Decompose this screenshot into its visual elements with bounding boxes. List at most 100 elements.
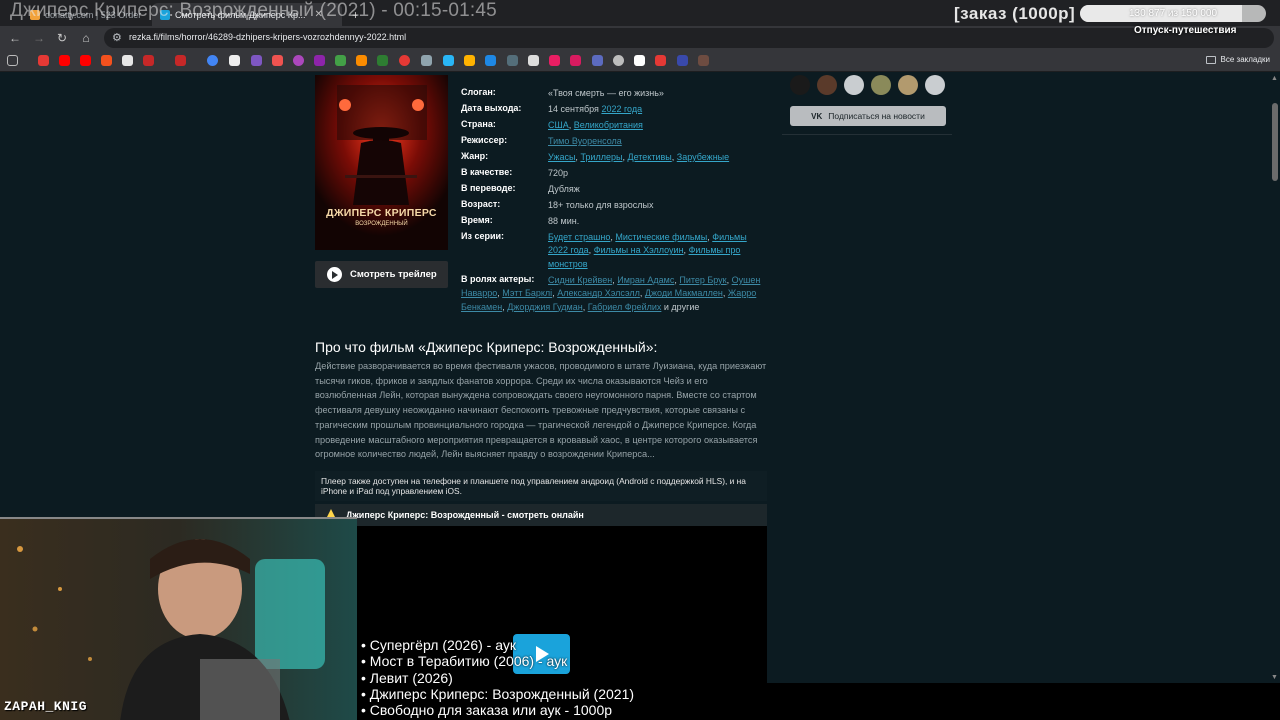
bookmark-icon[interactable] bbox=[592, 55, 603, 66]
bookmark-youtube-icon[interactable] bbox=[59, 55, 70, 66]
bookmark-icon[interactable] bbox=[399, 55, 410, 66]
bookmark-icon[interactable] bbox=[38, 55, 49, 66]
back-icon[interactable]: ← bbox=[7, 30, 23, 46]
slogan-value: «Твоя смерть — его жизнь» bbox=[548, 88, 664, 98]
bookmark-twitch-icon[interactable] bbox=[251, 55, 262, 66]
bookmark-vk-icon[interactable] bbox=[485, 55, 496, 66]
director-link[interactable]: Тимо Вуоренсола bbox=[548, 136, 622, 146]
movie-poster[interactable]: ДЖИПЕРС КРИПЕРС ВОЗРОЖДЕННЫЙ bbox=[315, 75, 448, 250]
series-link[interactable]: Мистические фильмы bbox=[615, 232, 707, 242]
director-value: Тимо Вуоренсола bbox=[548, 135, 763, 148]
actor-link[interactable]: Сидни Крейвен bbox=[548, 275, 612, 285]
avatar[interactable] bbox=[817, 75, 837, 95]
quality-value: 720p bbox=[548, 168, 569, 178]
actor-link[interactable]: Имран Адамс bbox=[617, 275, 674, 285]
bookmark-icon[interactable] bbox=[570, 55, 581, 66]
avatar[interactable] bbox=[844, 75, 864, 95]
release-value: 14 сентября 2022 года bbox=[548, 103, 763, 116]
description-text: Действие разворачивается во время фестив… bbox=[315, 361, 767, 460]
play-icon bbox=[327, 267, 342, 282]
bookmark-icon[interactable] bbox=[655, 55, 666, 66]
browser-toolbar: ← → ↻ ⌂ ⚙ rezka.fi/films/horror/46289-dz… bbox=[0, 26, 1280, 50]
actor-link[interactable]: Джорджия Гудман bbox=[507, 302, 582, 312]
duration-label: Время: bbox=[461, 215, 493, 225]
goal-text: 130 877 из 150 000 bbox=[1128, 8, 1218, 19]
country-label: Страна: bbox=[461, 119, 496, 129]
stream-title-overlay: Джиперс Криперс: Возрожденный (2021) - 0… bbox=[10, 0, 497, 21]
country-value: США, Великобритания bbox=[548, 120, 643, 130]
country-link[interactable]: Великобритания bbox=[574, 120, 643, 130]
all-bookmarks[interactable]: Все закладки bbox=[1205, 55, 1270, 64]
player-title: Джиперс Криперс: Возрожденный - смотреть… bbox=[346, 510, 584, 520]
bookmark-icon[interactable] bbox=[377, 55, 388, 66]
bookmark-gmail-icon[interactable] bbox=[175, 55, 186, 66]
queue-item: • Мост в Терабитию (2006) - аук bbox=[361, 653, 568, 670]
bookmark-icon[interactable] bbox=[528, 55, 539, 66]
genre-link[interactable]: Зарубежные bbox=[677, 152, 729, 162]
poster-title: ДЖИПЕРС КРИПЕРС bbox=[326, 207, 437, 219]
translation-value: Дубляж bbox=[548, 184, 580, 194]
actor-link[interactable]: Габриел Фрейлих bbox=[588, 302, 662, 312]
player-header: Джиперс Криперс: Возрожденный - смотреть… bbox=[315, 504, 767, 526]
bookmark-icon[interactable] bbox=[272, 55, 283, 66]
bookmark-icon[interactable] bbox=[335, 55, 346, 66]
age-label: Возраст: bbox=[461, 199, 501, 209]
url-text[interactable]: rezka.fi/films/horror/46289-dzhipers-kri… bbox=[129, 32, 406, 42]
genre-link[interactable]: Детективы bbox=[627, 152, 671, 162]
scroll-down-icon[interactable]: ▼ bbox=[1271, 674, 1278, 681]
cast-value: Сидни Крейвен, Имран Адамс, Питер Брук, … bbox=[461, 275, 761, 312]
avatar[interactable] bbox=[871, 75, 891, 95]
bookmark-youtube-icon[interactable] bbox=[80, 55, 91, 66]
bookmark-icon[interactable] bbox=[549, 55, 560, 66]
bookmark-icon[interactable] bbox=[293, 55, 304, 66]
bookmark-icon[interactable] bbox=[464, 55, 475, 66]
page-scrollbar[interactable]: ▲ ▼ bbox=[1269, 73, 1280, 683]
actor-link[interactable]: Мэтт Барклі bbox=[502, 288, 552, 298]
queue-item: • Джиперс Криперс: Возрожденный (2021) bbox=[361, 685, 635, 702]
bookmark-icon[interactable] bbox=[314, 55, 325, 66]
bookmark-gmail-icon[interactable] bbox=[143, 55, 154, 66]
order-queue: • Супергёрл (2026) - аук • Мост в Тераби… bbox=[361, 637, 634, 718]
bookmark-icon[interactable] bbox=[443, 55, 454, 66]
site-settings-icon[interactable]: ⚙ bbox=[112, 31, 122, 44]
address-bar[interactable]: ⚙ rezka.fi/films/horror/46289-dzhipers-k… bbox=[104, 28, 1274, 48]
actor-link[interactable]: Питер Брук bbox=[679, 275, 726, 285]
bookmark-icon[interactable] bbox=[677, 55, 688, 66]
reload-icon[interactable]: ↻ bbox=[54, 30, 70, 46]
series-link[interactable]: Фильмы на Хэллоуин bbox=[594, 245, 684, 255]
actor-link[interactable]: Александр Хэлсэлл bbox=[557, 288, 640, 298]
release-year-link[interactable]: 2022 года bbox=[601, 104, 642, 114]
country-link[interactable]: США bbox=[548, 120, 569, 130]
goal-caption: Отпуск-путешествия bbox=[1134, 25, 1237, 36]
actor-link[interactable]: Джоди Макмаллен bbox=[645, 288, 723, 298]
queue-item: • Левит (2026) bbox=[361, 669, 453, 686]
bookmark-icon[interactable] bbox=[613, 55, 624, 66]
scroll-up-icon[interactable]: ▲ bbox=[1271, 75, 1278, 82]
bookmark-icon[interactable] bbox=[356, 55, 367, 66]
apps-grid-icon[interactable] bbox=[7, 55, 18, 66]
watch-trailer-button[interactable]: Смотреть трейлер bbox=[315, 261, 448, 288]
avatar[interactable] bbox=[790, 75, 810, 95]
release-day: 14 сентября bbox=[548, 104, 599, 114]
forward-icon[interactable]: → bbox=[31, 30, 47, 46]
genre-link[interactable]: Ужасы bbox=[548, 152, 575, 162]
bookmark-mail-icon[interactable] bbox=[122, 55, 133, 66]
bookmark-icon[interactable] bbox=[698, 55, 709, 66]
scrollbar-thumb[interactable] bbox=[1272, 103, 1278, 181]
genre-link[interactable]: Триллеры bbox=[580, 152, 622, 162]
home-icon[interactable]: ⌂ bbox=[78, 30, 94, 46]
avatar[interactable] bbox=[925, 75, 945, 95]
bookmark-icon[interactable] bbox=[229, 55, 240, 66]
series-link[interactable]: Будет страшно bbox=[548, 232, 610, 242]
bookmark-icon[interactable] bbox=[421, 55, 432, 66]
avatar[interactable] bbox=[898, 75, 918, 95]
screen: donatty.com | 523 Order Смотреть фильм Д… bbox=[0, 0, 1280, 720]
bookmark-icon[interactable] bbox=[101, 55, 112, 66]
translation-label: В переводе: bbox=[461, 183, 516, 193]
bookmark-icon[interactable] bbox=[207, 55, 218, 66]
genre-value: Ужасы, Триллеры, Детективы, Зарубежные bbox=[548, 152, 730, 162]
bookmark-icon[interactable] bbox=[634, 55, 645, 66]
bookmark-icon[interactable] bbox=[507, 55, 518, 66]
subscribe-news-button[interactable]: VK Подписаться на новости bbox=[790, 106, 946, 126]
vk-icon: VK bbox=[811, 111, 823, 121]
